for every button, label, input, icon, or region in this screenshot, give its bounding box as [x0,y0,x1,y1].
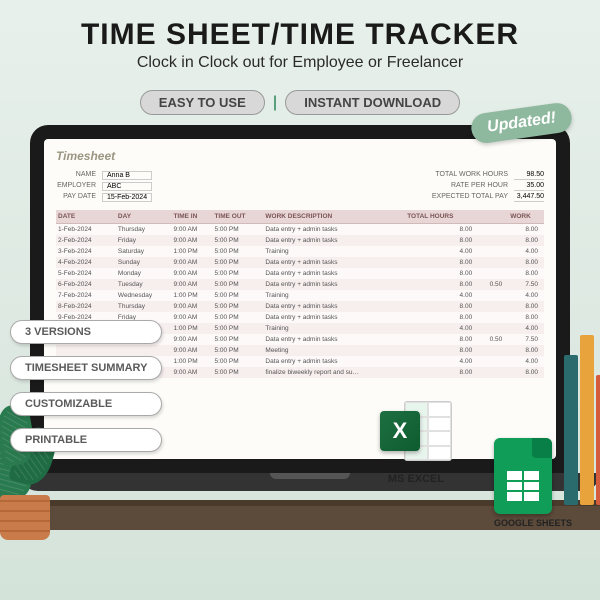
employer-label: EMPLOYER [56,182,96,191]
pay-value: 3,447.50 [514,193,544,202]
divider-icon: | [273,94,277,112]
paydate-value: 15-Feb-2024 [102,193,152,202]
excel-badge: X MS EXCEL [380,397,452,485]
table-row: 6-Feb-2024Tuesday9:00 AM5:00 PMData entr… [56,279,544,290]
feature-pills: 3 VERSIONS TIMESHEET SUMMARY CUSTOMIZABL… [10,320,162,452]
col-header: TIME OUT [212,210,263,224]
feature-customizable: CUSTOMIZABLE [10,392,162,416]
excel-label: MS EXCEL [380,473,452,485]
col-header [478,210,508,224]
col-header: WORK DESCRIPTION [263,210,405,224]
sheet-title: Timesheet [56,149,544,163]
excel-icon: X [380,397,452,469]
col-header: TIME IN [171,210,212,224]
col-header: DAY [116,210,172,224]
page-subtitle: Clock in Clock out for Employee or Freel… [20,54,580,72]
pill-instant: INSTANT DOWNLOAD [285,90,460,115]
google-sheets-icon [494,438,552,514]
twh-value: 98.50 [514,171,544,180]
gsheets-badge: GOOGLE SHEETS [494,438,572,528]
feature-summary: TIMESHEET SUMMARY [10,356,162,380]
rate-value: 35.00 [514,182,544,191]
table-row: 7-Feb-2024Wednesday1:00 PM5:00 PMTrainin… [56,290,544,301]
paydate-label: PAY DATE [56,193,96,202]
table-row: 5-Feb-2024Monday9:00 AM5:00 PMData entry… [56,268,544,279]
pay-label: EXPECTED TOTAL PAY [432,193,508,202]
table-row: 4-Feb-2024Sunday9:00 AM5:00 PMData entry… [56,257,544,268]
employer-value: ABC [102,182,152,191]
table-row: 2-Feb-2024Friday9:00 AM5:00 PMData entry… [56,235,544,246]
pill-easy: EASY TO USE [140,90,265,115]
page-title: TIME SHEET/TIME TRACKER [20,18,580,52]
rate-label: RATE PER HOUR [451,182,508,191]
gsheets-label: GOOGLE SHEETS [494,518,572,528]
col-header: TOTAL HOURS [405,210,478,224]
col-header: DATE [56,210,116,224]
feature-versions: 3 VERSIONS [10,320,162,344]
table-row: 8-Feb-2024Thursday9:00 AM5:00 PMData ent… [56,301,544,312]
feature-printable: PRINTABLE [10,428,162,452]
name-label: NAME [56,171,96,180]
table-row: 1-Feb-2024Thursday9:00 AM5:00 PMData ent… [56,224,544,236]
table-row: 3-Feb-2024Saturday1:00 PM5:00 PMTraining… [56,246,544,257]
twh-label: TOTAL WORK HOURS [435,171,508,180]
col-header: WORK [508,210,544,224]
name-value: Anna B [102,171,152,180]
